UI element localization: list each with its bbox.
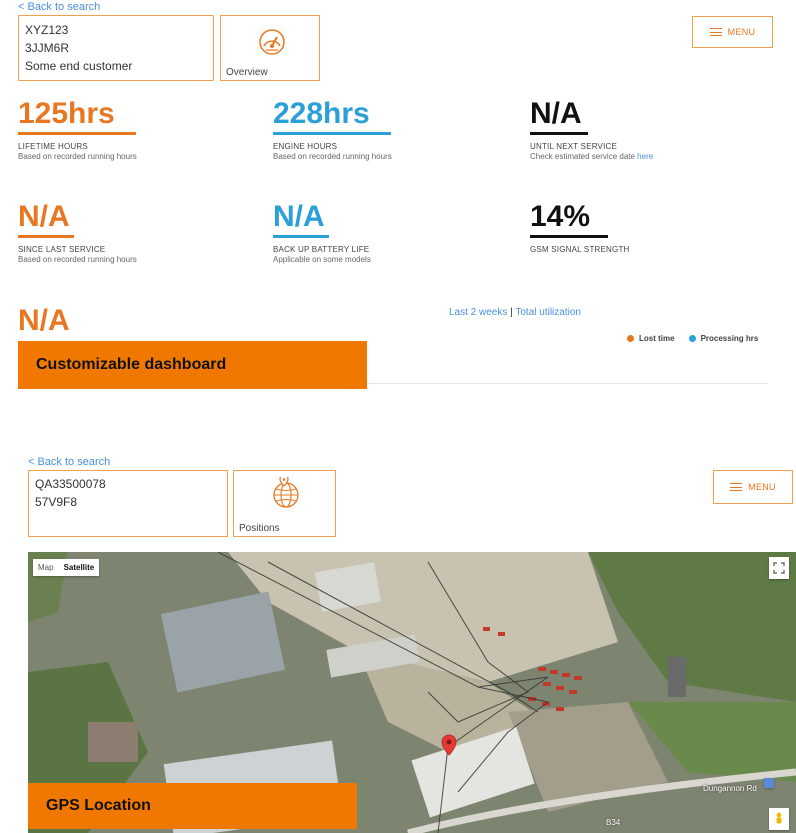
fullscreen-icon (773, 562, 785, 574)
street-view-button[interactable] (769, 808, 789, 830)
stat-value: N/A (18, 200, 70, 233)
machine-id: XYZ123 (25, 23, 69, 37)
stat-sub: Based on recorded running hours (18, 255, 137, 264)
menu-button[interactable]: MENU (692, 16, 773, 48)
positions-nav-label: Positions (239, 523, 280, 534)
back-to-search-link[interactable]: < Back to search (18, 1, 100, 13)
menu-button-label: MENU (748, 482, 776, 492)
overview-nav-tile[interactable]: Overview (220, 15, 320, 81)
last-2-weeks-link[interactable]: Last 2 weeks (449, 307, 507, 318)
back-to-search-link-2[interactable]: < Back to search (28, 456, 110, 468)
overview-nav-label: Overview (226, 67, 268, 78)
legend-lost-time: Lost time (627, 334, 675, 343)
stat-underline (18, 132, 136, 135)
stat-backup-battery-life: N/A BACK UP BATTERY LIFE Applicable on s… (273, 200, 493, 264)
utilization-legend: Lost time Processing hrs (627, 334, 758, 343)
map-type-toggle: Map Satellite (33, 559, 100, 576)
legend-label: Lost time (639, 334, 675, 343)
machine-id-box-2: QA33500078 57V9F8 (28, 470, 228, 537)
service-date-here-link[interactable]: here (637, 152, 653, 161)
stat-until-next-service: N/A UNTIL NEXT SERVICE Check estimated s… (530, 97, 770, 161)
stat-underline (18, 235, 74, 238)
positions-nav-tile[interactable]: Positions (233, 470, 336, 537)
map-type-map[interactable]: Map (33, 559, 59, 576)
road-shield-icon (764, 778, 774, 788)
legend-dot-orange (627, 335, 634, 342)
machine-customer: Some end customer (25, 59, 133, 73)
utilization-period-links: Last 2 weeks | Total utilization (449, 307, 581, 318)
caption-text: GPS Location (46, 797, 151, 814)
stat-since-last-service: N/A SINCE LAST SERVICE Based on recorded… (18, 200, 218, 264)
legend-processing-hrs: Processing hrs (688, 334, 759, 343)
machine-id: QA33500078 (35, 477, 106, 491)
stat-value: 125hrs (18, 97, 115, 130)
legend-label: Processing hrs (700, 334, 759, 343)
legend-dot-blue (688, 335, 696, 342)
stat-utilization: N/A (18, 304, 218, 338)
menu-button-2[interactable]: MENU (713, 470, 793, 504)
stat-sub-text: Check estimated service date (530, 152, 635, 161)
pegman-icon (776, 812, 782, 824)
stat-underline (530, 235, 608, 238)
stat-engine-hours: 228hrs ENGINE HOURS Based on recorded ru… (273, 97, 493, 161)
stat-gsm-signal-strength: 14% GSM SIGNAL STRENGTH (530, 200, 770, 254)
hamburger-icon (730, 483, 743, 491)
link-separator: | (510, 307, 513, 318)
menu-button-label: MENU (727, 27, 756, 37)
stat-sub: Check estimated service date here (530, 152, 770, 161)
section-divider (367, 383, 767, 384)
stat-label: GSM SIGNAL STRENGTH (530, 245, 630, 254)
machine-serial: 3JJM6R (25, 41, 70, 55)
stat-label: ENGINE HOURS (273, 142, 338, 151)
road-label-dungannon: Dungannon Rd (703, 784, 757, 793)
stat-value: N/A (530, 97, 582, 130)
machine-id-box: XYZ123 3JJM6R Some end customer (18, 15, 214, 81)
stat-sub: Applicable on some models (273, 255, 371, 264)
caption-text: Customizable dashboard (36, 356, 227, 373)
fullscreen-button[interactable] (769, 557, 789, 579)
caption-customizable-dashboard: Customizable dashboard (18, 341, 367, 389)
machine-serial: 57V9F8 (35, 495, 78, 509)
stat-sub: Based on recorded running hours (273, 152, 392, 161)
map-type-satellite[interactable]: Satellite (59, 559, 100, 576)
gauge-icon (259, 29, 285, 55)
stat-value: 14% (530, 200, 591, 233)
stat-value: 228hrs (273, 97, 370, 130)
road-label-b34: B34 (606, 818, 621, 827)
stat-label: LIFETIME HOURS (18, 142, 88, 151)
stat-underline (273, 132, 391, 135)
globe-pin-icon (273, 477, 299, 508)
stat-sub: Based on recorded running hours (18, 152, 137, 161)
stat-label: BACK UP BATTERY LIFE (273, 245, 370, 254)
caption-gps-location: GPS Location (28, 783, 357, 829)
hamburger-icon (709, 28, 722, 36)
stat-value: N/A (273, 200, 325, 233)
total-utilization-link[interactable]: Total utilization (515, 307, 581, 318)
stat-label: UNTIL NEXT SERVICE (530, 142, 618, 151)
stat-label: SINCE LAST SERVICE (18, 245, 106, 254)
stat-lifetime-hours: 125hrs LIFETIME HOURS Based on recorded … (18, 97, 218, 161)
stat-underline (273, 235, 329, 238)
stat-value: N/A (18, 304, 70, 337)
stat-underline (530, 132, 588, 135)
